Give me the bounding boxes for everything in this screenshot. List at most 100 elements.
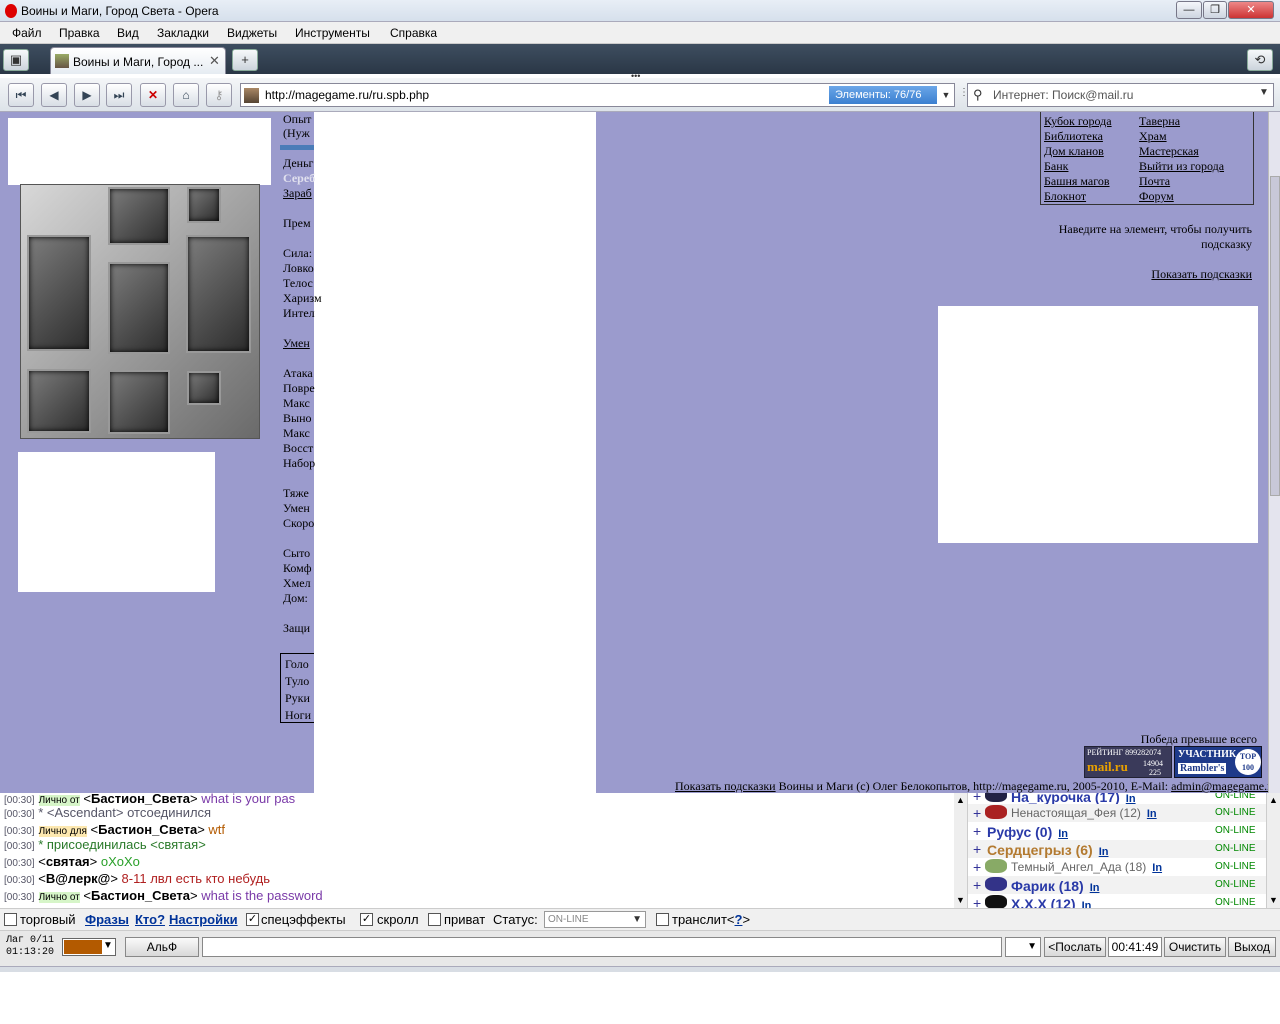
user-name[interactable]: Руфус (0) In xyxy=(987,824,1068,840)
add-user-icon[interactable]: + xyxy=(973,805,981,821)
user-info-link[interactable]: In xyxy=(1058,828,1068,840)
mailru-rating-badge[interactable]: РЕЙТИНГ 899282074 mail.ru 14904 225 xyxy=(1084,746,1172,778)
alf-button[interactable]: АльФ xyxy=(125,937,199,957)
tab-close-icon[interactable]: ✕ xyxy=(209,53,220,69)
user-row[interactable]: + X.X.X (12) In ON-LINE xyxy=(955,894,1267,908)
scroll-checkbox[interactable]: ✓ xyxy=(360,913,373,926)
equip-slot-boots[interactable] xyxy=(187,371,221,405)
stop-icon[interactable]: ✕ xyxy=(140,83,166,107)
user-name[interactable]: Фарик (18) In xyxy=(1011,878,1099,894)
translit-checkbox[interactable] xyxy=(656,913,669,926)
send-button[interactable]: <Послать xyxy=(1044,937,1106,957)
url-text[interactable]: http://magegame.ru/ru.spb.php xyxy=(265,88,429,102)
user-info-link[interactable]: In xyxy=(1147,808,1157,820)
city-link[interactable]: Форум xyxy=(1139,189,1174,204)
scroll-down-icon[interactable]: ▼ xyxy=(1269,895,1278,905)
chat-nick[interactable]: Бастион_Света xyxy=(91,888,190,903)
phrases-link[interactable]: Фразы xyxy=(85,912,129,927)
search-field[interactable]: ⚲ Интернет: Поиск@mail.ru ▼ xyxy=(967,83,1274,107)
equip-slot-right-hand[interactable] xyxy=(186,235,251,353)
chat-nick[interactable]: B@лерк@ xyxy=(46,871,111,886)
menu-help[interactable]: Справка xyxy=(390,26,437,40)
search-dropdown-icon[interactable]: ▼ xyxy=(1259,87,1269,98)
user-list-left-scrollbar[interactable]: ▲ ▼ xyxy=(954,793,968,908)
add-user-icon[interactable]: + xyxy=(973,823,981,839)
user-row[interactable]: + Фарик (18) In ON-LINE xyxy=(955,876,1267,894)
exit-button[interactable]: Выход xyxy=(1228,937,1276,957)
city-link[interactable]: Кубок города xyxy=(1044,114,1112,129)
equip-slot-legs[interactable] xyxy=(108,370,170,434)
page-scrollbar-thumb[interactable] xyxy=(1270,176,1280,496)
city-link[interactable]: Библиотека xyxy=(1044,129,1103,144)
user-name[interactable]: Темный_Ангел_Ада (18) In xyxy=(1011,860,1162,874)
minimize-button[interactable]: — xyxy=(1176,1,1202,19)
menu-widgets[interactable]: Виджеты xyxy=(227,26,277,40)
scroll-up-icon[interactable]: ▲ xyxy=(956,795,965,805)
close-button[interactable]: ✕ xyxy=(1228,1,1274,19)
private-checkbox[interactable] xyxy=(428,913,441,926)
menu-view[interactable]: Вид xyxy=(117,26,139,40)
equip-slot-left-hand[interactable] xyxy=(27,235,91,351)
user-row[interactable]: + Темный_Ангел_Ада (18) In ON-LINE xyxy=(955,858,1267,876)
menu-bookmarks[interactable]: Закладки xyxy=(157,26,209,40)
chat-nick[interactable]: святая xyxy=(46,854,90,869)
user-name[interactable]: X.X.X (12) In xyxy=(1011,896,1091,908)
show-hints-link[interactable]: Показать подсказки xyxy=(1151,267,1252,282)
city-link[interactable]: Дом кланов xyxy=(1044,144,1104,159)
user-info-link[interactable]: In xyxy=(1090,882,1100,894)
trade-checkbox[interactable] xyxy=(4,913,17,926)
menu-edit[interactable]: Правка xyxy=(59,26,100,40)
key-icon[interactable]: ⚷ xyxy=(206,83,232,107)
status-select[interactable]: ON-LINE ▼ xyxy=(544,911,646,928)
chat-nick[interactable]: Ascendant xyxy=(54,805,115,820)
url-dropdown-icon[interactable]: ▼ xyxy=(939,86,953,104)
rewind-icon[interactable]: ⏮ xyxy=(8,83,34,107)
page-scrollbar[interactable] xyxy=(1268,112,1280,793)
user-info-link[interactable]: In xyxy=(1099,846,1109,858)
search-placeholder[interactable]: Интернет: Поиск@mail.ru xyxy=(993,88,1133,102)
user-info-link[interactable]: In xyxy=(1152,862,1162,874)
color-select[interactable]: ▼ xyxy=(62,938,116,956)
user-info-link[interactable]: In xyxy=(1082,900,1092,908)
equip-slot-body[interactable] xyxy=(108,262,170,354)
clear-button[interactable]: Очистить xyxy=(1164,937,1226,957)
add-user-icon[interactable]: + xyxy=(973,895,981,908)
stat-label[interactable]: Зараб xyxy=(283,186,312,201)
city-link[interactable]: Башня магов xyxy=(1044,174,1110,189)
address-field[interactable]: http://magegame.ru/ru.spb.php Элементы: … xyxy=(240,83,955,107)
footer-email-link[interactable]: admin@magegame.ru xyxy=(1171,779,1268,793)
user-name[interactable]: Ненастоящая_Фея (12) In xyxy=(1011,806,1157,820)
city-link[interactable]: Мастерская xyxy=(1139,144,1199,159)
city-link[interactable]: Выйти из города xyxy=(1139,159,1224,174)
user-row[interactable]: + Руфус (0) In ON-LINE xyxy=(955,822,1267,840)
menu-tools[interactable]: Инструменты xyxy=(295,26,370,40)
city-link[interactable]: Блокнот xyxy=(1044,189,1086,204)
rambler-top100-badge[interactable]: УЧАСТНИК Rambler's TOP 100 xyxy=(1174,746,1262,778)
footer-hints-link[interactable]: Показать подсказки xyxy=(675,779,776,793)
user-row[interactable]: + Ненастоящая_Фея (12) In ON-LINE xyxy=(955,804,1267,822)
scroll-down-icon[interactable]: ▼ xyxy=(956,895,965,905)
equip-slot-head[interactable] xyxy=(108,187,170,245)
scroll-up-icon[interactable]: ▲ xyxy=(1269,795,1278,805)
chat-nick[interactable]: Бастион_Света xyxy=(98,822,197,837)
equip-slot-amulet[interactable] xyxy=(187,187,221,223)
add-user-icon[interactable]: + xyxy=(973,877,981,893)
effects-checkbox[interactable]: ✓ xyxy=(246,913,259,926)
maximize-button[interactable]: ❐ xyxy=(1203,1,1227,19)
settings-link[interactable]: Настройки xyxy=(169,912,238,927)
add-user-icon[interactable]: + xyxy=(973,841,981,857)
city-link[interactable]: Храм xyxy=(1139,129,1167,144)
new-tab-button[interactable]: + xyxy=(232,49,258,71)
user-name[interactable]: Сердцегрыз (6) In xyxy=(987,842,1108,858)
panel-toggle-icon[interactable]: ▣ xyxy=(3,49,29,71)
home-icon[interactable]: ⌂ xyxy=(173,83,199,107)
back-icon[interactable]: ◀ xyxy=(41,83,67,107)
fast-forward-icon[interactable]: ⏭ xyxy=(106,83,132,107)
forward-icon[interactable]: ▶ xyxy=(74,83,100,107)
who-link[interactable]: Кто? xyxy=(135,912,165,927)
closed-tabs-icon[interactable]: ⟲ xyxy=(1247,49,1273,71)
user-list-scrollbar[interactable]: ▲ ▼ xyxy=(1266,793,1280,908)
add-user-icon[interactable]: + xyxy=(973,793,981,804)
add-user-icon[interactable]: + xyxy=(973,859,981,875)
menu-file[interactable]: Файл xyxy=(12,26,42,40)
